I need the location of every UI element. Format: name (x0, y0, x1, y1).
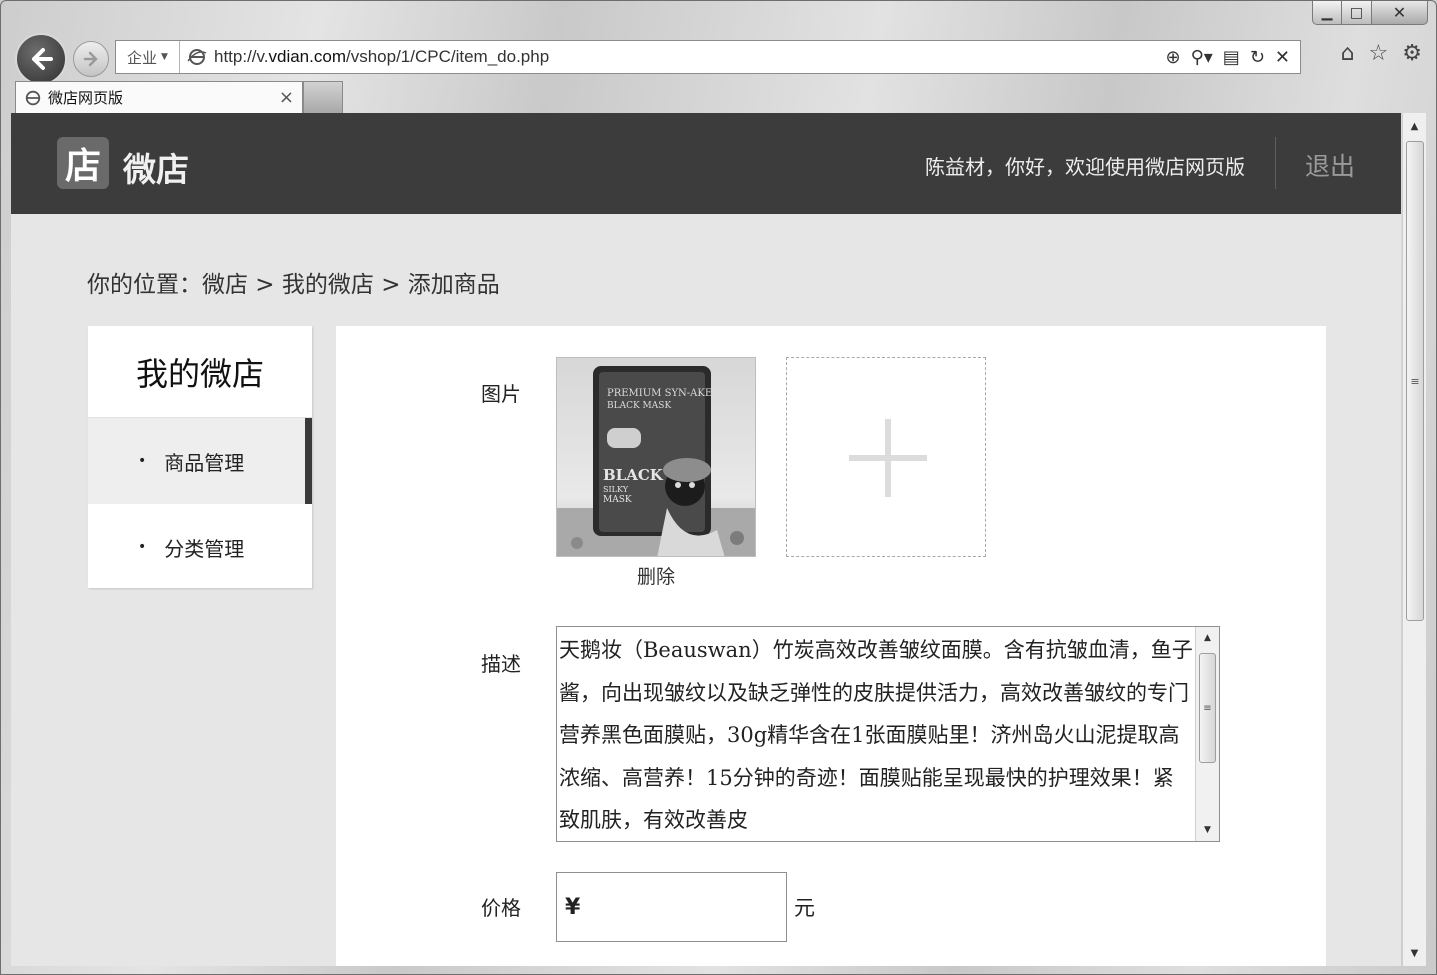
plus-icon-v (885, 419, 891, 497)
chevron-down-icon: ▼ (161, 52, 168, 62)
favorites-star-icon[interactable]: ☆ (1369, 41, 1389, 66)
sidebar-item-product-management[interactable]: • 商品管理 (88, 418, 312, 504)
logo-text[interactable]: 微店 (123, 143, 189, 191)
url-prefix: http://v. (214, 47, 269, 66)
sidebar-item-label: 分类管理 (164, 536, 245, 561)
price-label: 价格 (481, 896, 521, 920)
package-line-1: PREMIUM SYN-AKE (607, 388, 712, 399)
settings-gear-icon[interactable]: ⚙ (1402, 41, 1422, 66)
url-path: /vshop/1/CPC/item_do.php (345, 47, 550, 66)
url-text[interactable]: http://v.vdian.com/vshop/1/CPC/item_do.p… (214, 47, 549, 67)
scroll-thumb[interactable]: ≡ (1199, 653, 1216, 763)
page-scroll-up-icon[interactable]: ▲ (1403, 113, 1426, 139)
currency-symbol: ¥ (565, 894, 581, 920)
bullet-icon: • (138, 539, 147, 555)
page-scroll-down-icon[interactable]: ▼ (1403, 940, 1426, 966)
bullet-icon: • (138, 453, 147, 469)
window-controls: ▁ □ ✕ (1312, 1, 1428, 29)
url-domain: vdian.com (268, 47, 346, 66)
add-product-form: 图片 PREMIUM SYN-AKE BLACK MASK BLACK SILK… (336, 326, 1326, 966)
page-scroll-thumb[interactable]: ≡ (1406, 141, 1424, 621)
forward-button[interactable] (73, 41, 109, 77)
page-scrollbar[interactable]: ▲ ≡ ▼ (1402, 113, 1426, 966)
back-button[interactable] (15, 33, 67, 85)
breadcrumb: 你的位置：微店 > 我的微店 > 添加商品 (87, 272, 500, 298)
delete-image-link[interactable]: 删除 (556, 562, 756, 589)
address-bar[interactable]: 企业 ▼ http://v.vdian.com/vshop/1/CPC/item… (115, 40, 1301, 74)
description-label: 描述 (481, 652, 521, 676)
add-image-button[interactable] (786, 357, 986, 557)
home-icon[interactable]: ⌂ (1341, 41, 1355, 66)
back-arrow-icon (32, 48, 53, 70)
description-textarea[interactable]: 天鹅妆（Beauswan）竹炭高效改善皱纹面膜。含有抗皱血清，鱼子酱，向出现皱纹… (556, 626, 1220, 842)
header-divider (1275, 137, 1276, 189)
maximize-button[interactable]: □ (1342, 1, 1372, 25)
browser-window: ▁ □ ✕ 企业 ▼ http://v.vdian.com/vshop/1/CP… (0, 0, 1437, 975)
image-label: 图片 (481, 382, 521, 406)
feed-icon[interactable]: ▤ (1223, 47, 1240, 68)
logout-link[interactable]: 退出 (1305, 147, 1355, 183)
tab-close-icon[interactable]: × (279, 87, 294, 108)
product-image[interactable]: PREMIUM SYN-AKE BLACK MASK BLACK SILKY M… (556, 357, 756, 557)
search-icon[interactable]: ⚲▾ (1191, 47, 1213, 68)
browser-tab[interactable]: 微店网页版 × (15, 81, 303, 113)
stop-icon[interactable]: ✕ (1275, 47, 1290, 68)
logo-icon[interactable]: 店 (57, 137, 109, 189)
price-unit: 元 (794, 896, 815, 920)
page-viewport: 店 微店 陈益材，你好，欢迎使用微店网页版 退出 你的位置：微店 > 我的微店 … (11, 113, 1401, 966)
forward-arrow-icon (83, 51, 98, 67)
sidebar-title: 我的微店 (88, 326, 312, 418)
zone-dropdown[interactable]: 企业 ▼ (116, 41, 180, 73)
product-image-art: PREMIUM SYN-AKE BLACK MASK BLACK SILKY M… (557, 366, 755, 556)
package-line-2: BLACK MASK (607, 401, 671, 411)
close-window-button[interactable]: ✕ (1372, 1, 1428, 25)
minimize-button[interactable]: ▁ (1312, 1, 1342, 25)
site-header: 店 微店 陈益材，你好，欢迎使用微店网页版 退出 (11, 113, 1401, 214)
ie-page-icon (184, 47, 210, 67)
price-input[interactable]: ¥ (556, 872, 787, 942)
refresh-icon[interactable]: ↻ (1250, 47, 1265, 68)
compat-view-icon[interactable]: ⊕ (1165, 47, 1180, 68)
new-tab-button[interactable] (303, 81, 343, 113)
description-text: 天鹅妆（Beauswan）竹炭高效改善皱纹面膜。含有抗皱血清，鱼子酱，向出现皱纹… (559, 638, 1193, 832)
scroll-up-icon[interactable]: ▲ (1196, 627, 1219, 649)
scroll-down-icon[interactable]: ▼ (1196, 819, 1219, 841)
package-line-3: BLACK (603, 466, 664, 484)
sidebar-item-label: 商品管理 (164, 450, 245, 475)
tab-title: 微店网页版 (48, 89, 124, 107)
ie-tab-icon (25, 90, 41, 105)
package-line-4: SILKY (603, 485, 629, 494)
sidebar: 我的微店 • 商品管理 • 分类管理 (88, 326, 312, 588)
package-line-5: MASK (603, 495, 632, 505)
zone-label: 企业 (127, 48, 158, 67)
sidebar-item-category-management[interactable]: • 分类管理 (88, 504, 312, 590)
welcome-text: 陈益材，你好，欢迎使用微店网页版 (925, 155, 1245, 179)
description-scrollbar[interactable]: ▲ ≡ ▼ (1195, 627, 1219, 841)
